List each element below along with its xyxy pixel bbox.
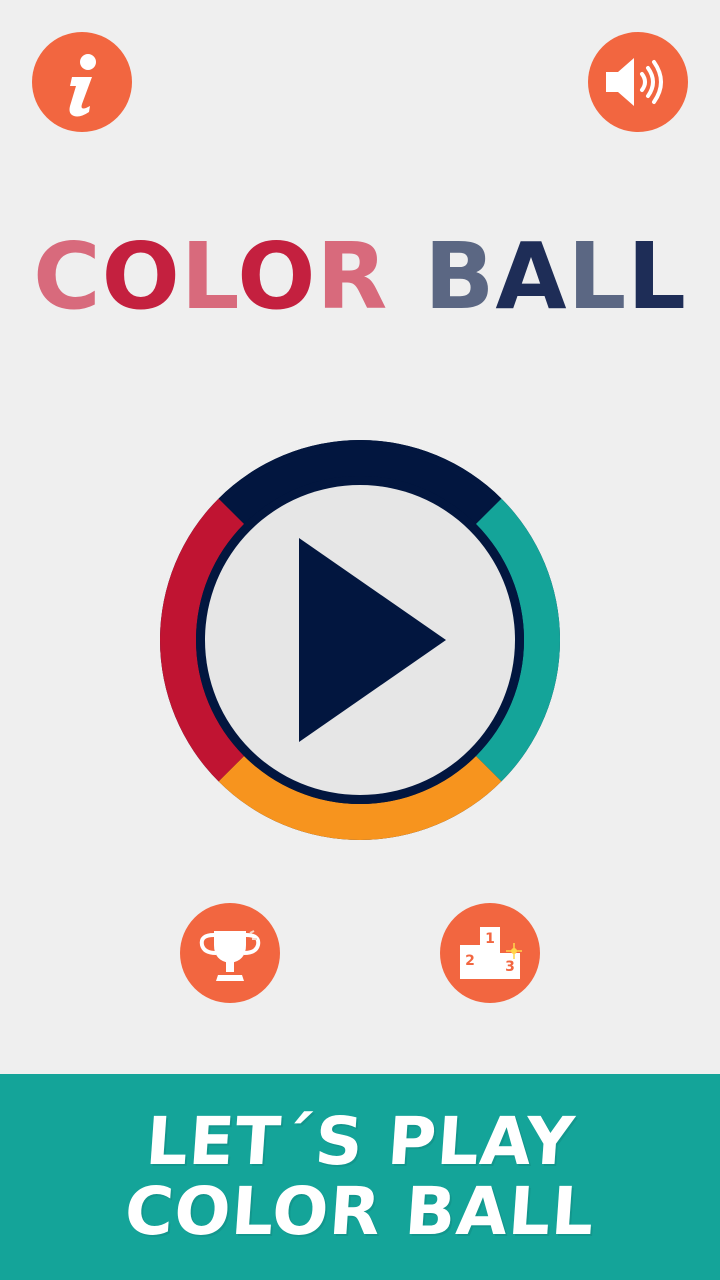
title-color-letter-4: O (237, 223, 317, 330)
info-icon (69, 54, 96, 117)
podium-icon: 1 2 3 (460, 927, 522, 979)
rank-2-label: 2 (465, 953, 475, 969)
rank-3-label: 3 (505, 959, 515, 975)
info-button[interactable] (32, 32, 132, 132)
lets-play-banner[interactable]: LET´S PLAY COLOR BALL (0, 1074, 720, 1280)
title-color-letter-3: L (180, 223, 238, 330)
title-color-letter-2: O (101, 223, 181, 330)
play-button[interactable] (160, 440, 560, 840)
title-ball-letter-4: L (627, 223, 687, 330)
title-ball-letter-2: A (495, 223, 568, 330)
banner-line-2: COLOR BALL (122, 1173, 598, 1250)
leaderboard-button[interactable]: 1 2 3 (440, 903, 540, 1003)
title-color-letter-1: C (33, 223, 102, 330)
game-title: COLOR BALL (0, 222, 720, 332)
title-word-ball: BALL (424, 222, 687, 332)
title-color-letter-5: R (316, 223, 389, 330)
speaker-icon (606, 58, 663, 106)
sound-button[interactable] (588, 32, 688, 132)
banner-line-1: LET´S PLAY (143, 1103, 578, 1180)
play-ring (160, 440, 560, 840)
rank-1-label: 1 (485, 931, 495, 947)
title-ball-letter-1: B (424, 223, 496, 330)
trophy-icon (199, 930, 261, 981)
title-ball-letter-3: L (567, 223, 628, 330)
title-word-color: COLOR (33, 222, 388, 332)
trophy-button[interactable] (180, 903, 280, 1003)
